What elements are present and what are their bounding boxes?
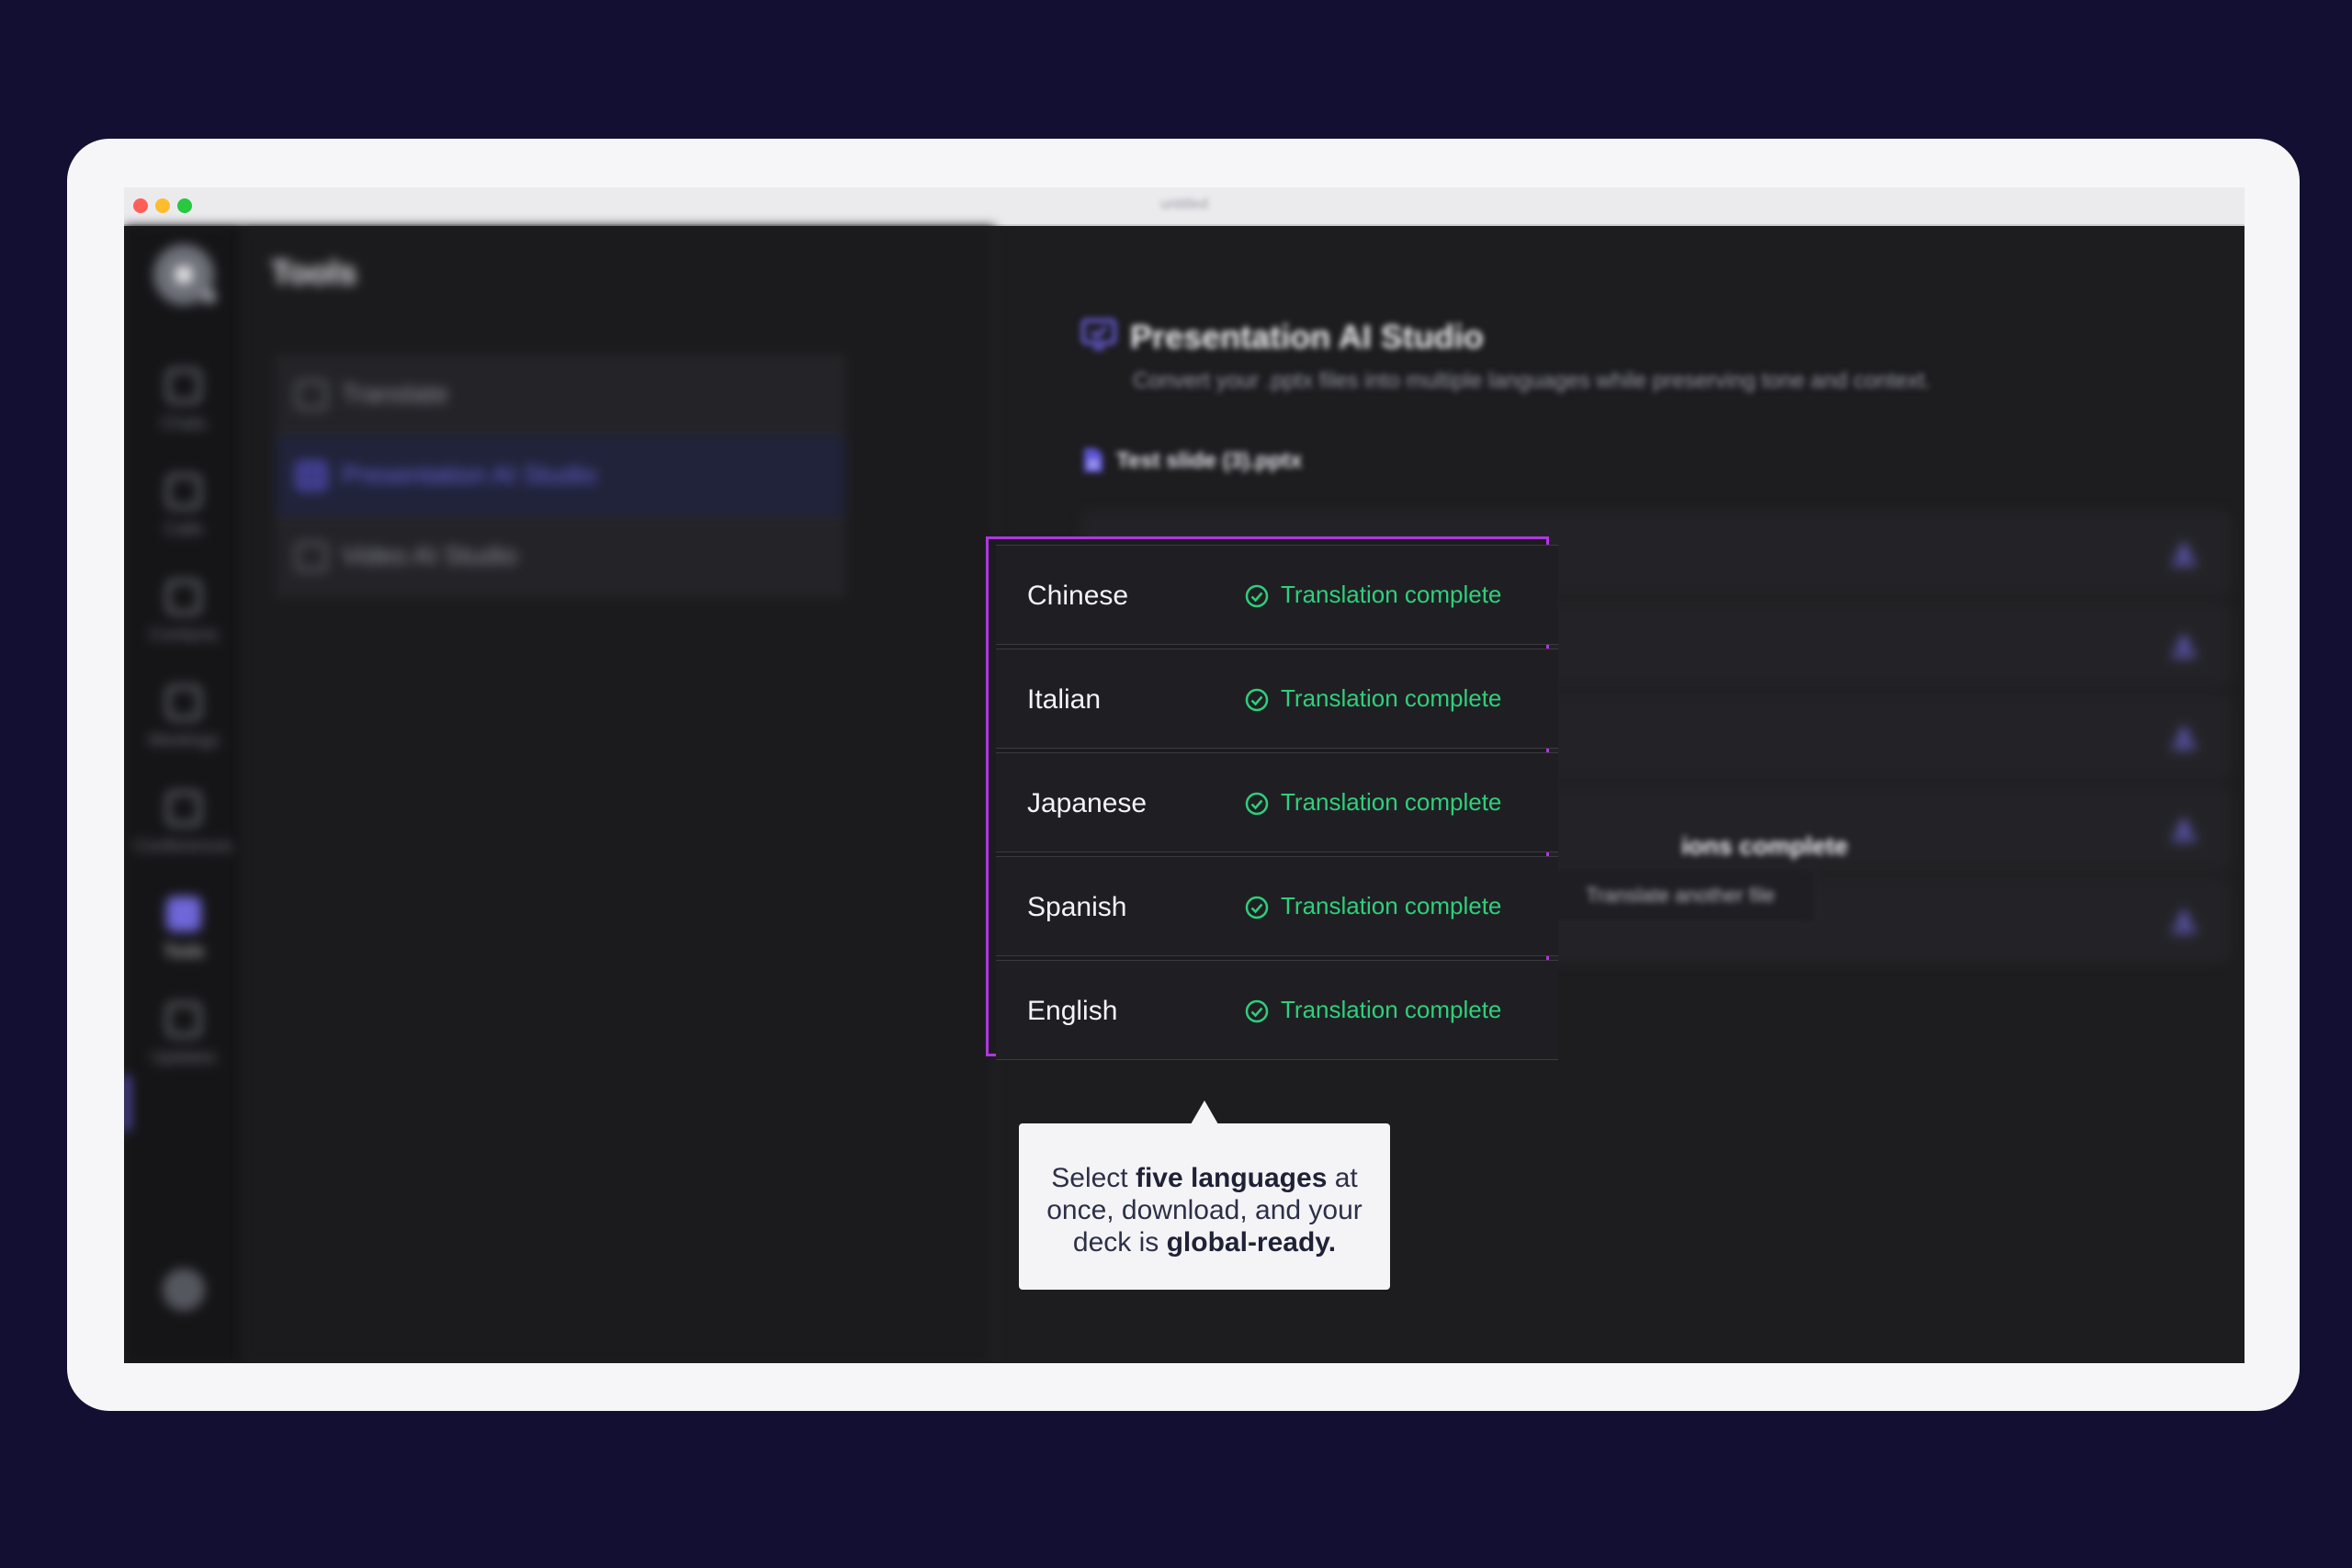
language-row-english: English Translation complete <box>996 960 1558 1060</box>
rail-item-calls[interactable]: Calls <box>124 474 243 566</box>
chat-icon <box>166 368 201 403</box>
close-window-button[interactable] <box>133 198 148 213</box>
translate-icon <box>296 380 327 410</box>
conference-icon <box>166 791 201 826</box>
rail-item-label: Updates <box>151 1048 217 1067</box>
rail-item-conferences[interactable]: Conferences <box>124 791 243 883</box>
tools-panel: Tools Translate Presentation AI Studio V… <box>243 226 995 1363</box>
status-text: Translation complete <box>1281 684 1502 712</box>
download-icon[interactable] <box>2172 633 2196 657</box>
language-name: Italian <box>1027 684 1102 715</box>
language-name: Japanese <box>1027 788 1148 818</box>
status-text: Translation complete <box>1281 996 1502 1023</box>
tooltip-caret <box>1191 1100 1218 1124</box>
tool-item-video-ai-studio[interactable]: Video AI Studio <box>276 516 845 597</box>
download-icon[interactable] <box>2172 908 2196 932</box>
translate-another-file-button[interactable]: Translate another file <box>1544 867 1817 924</box>
tooltip-bold-1: five languages <box>1135 1163 1328 1193</box>
language-name: English <box>1027 996 1118 1026</box>
check-circle-icon <box>1245 688 1269 712</box>
rail-item-tools[interactable]: Tools <box>124 897 243 988</box>
tools-title: Tools <box>271 254 357 291</box>
status-text: Translation complete <box>1281 788 1502 816</box>
rail-item-label: Meetings <box>148 731 220 750</box>
page-title: Presentation AI Studio <box>1130 318 1484 355</box>
rail-item-meetings[interactable]: Meetings <box>124 685 243 777</box>
updates-icon <box>166 1002 201 1037</box>
completion-summary: ions complete <box>1681 832 1849 860</box>
presentation-icon <box>296 461 327 491</box>
check-circle-icon <box>1245 584 1269 608</box>
tools-list: Translate Presentation AI Studio Video A… <box>276 355 845 597</box>
tooltip-text-1: Select <box>1051 1163 1136 1193</box>
maximize-window-button[interactable] <box>177 198 192 213</box>
button-label: Translate another file <box>1586 884 1775 907</box>
wrench-icon <box>166 897 201 931</box>
file-icon <box>1084 448 1102 472</box>
tooltip-bold-2: global-ready. <box>1166 1227 1337 1258</box>
download-icon[interactable] <box>2172 725 2196 749</box>
status-text: Translation complete <box>1281 581 1502 608</box>
phone-icon <box>166 474 201 509</box>
language-row-chinese: Chinese Translation complete <box>996 545 1558 645</box>
avatar-initial-icon <box>175 266 192 283</box>
nav-rail: Chats Calls Contacts Meetings Conference… <box>124 226 243 1363</box>
check-circle-icon <box>1245 999 1269 1023</box>
rail-item-label: Chats <box>161 414 207 434</box>
tool-item-translate[interactable]: Translate <box>276 355 845 435</box>
language-row-japanese: Japanese Translation complete <box>996 752 1558 852</box>
page-subtitle: Convert your .pptx files into multiple l… <box>1133 368 1931 393</box>
title-bar: untitled <box>124 187 2245 226</box>
tool-item-presentation-ai-studio[interactable]: Presentation AI Studio <box>276 435 845 516</box>
rail-item-label: Conferences <box>134 837 233 856</box>
tooltip-callout: Select five languages at once, download,… <box>1019 1100 1390 1290</box>
file-name: Test slide (3).pptx <box>1116 448 1303 473</box>
settings-icon[interactable] <box>163 1269 205 1311</box>
check-circle-icon <box>1245 792 1269 816</box>
status-text: Translation complete <box>1281 892 1502 919</box>
video-icon <box>296 542 327 571</box>
rail-item-label: Calls <box>164 520 204 539</box>
avatar[interactable] <box>153 244 216 305</box>
rail-item-updates[interactable]: Updates <box>124 1002 243 1094</box>
contacts-icon <box>166 580 201 615</box>
presentation-icon <box>1081 319 1116 350</box>
tool-item-label: Translate <box>342 379 448 408</box>
window-title: untitled <box>1160 197 1208 212</box>
highlighted-language-list: Chinese Translation complete Italian Tra… <box>986 536 1558 1060</box>
language-row-spanish: Spanish Translation complete <box>996 856 1558 956</box>
rail-item-label: Contacts <box>149 626 219 645</box>
rail-item-chats[interactable]: Chats <box>124 368 243 460</box>
download-icon[interactable] <box>2172 541 2196 565</box>
download-icon[interactable] <box>2172 817 2196 840</box>
rail-item-label: Tools <box>163 942 205 962</box>
tool-item-label: Video AI Studio <box>342 541 517 570</box>
language-name: Chinese <box>1027 581 1129 611</box>
presence-dot <box>203 290 216 303</box>
rail-item-contacts[interactable]: Contacts <box>124 580 243 671</box>
language-name: Spanish <box>1027 892 1127 922</box>
language-row-italian: Italian Translation complete <box>996 649 1558 749</box>
calendar-icon <box>166 685 201 720</box>
check-circle-icon <box>1245 896 1269 919</box>
minimize-window-button[interactable] <box>155 198 170 213</box>
tool-item-label: Presentation AI Studio <box>342 460 597 489</box>
